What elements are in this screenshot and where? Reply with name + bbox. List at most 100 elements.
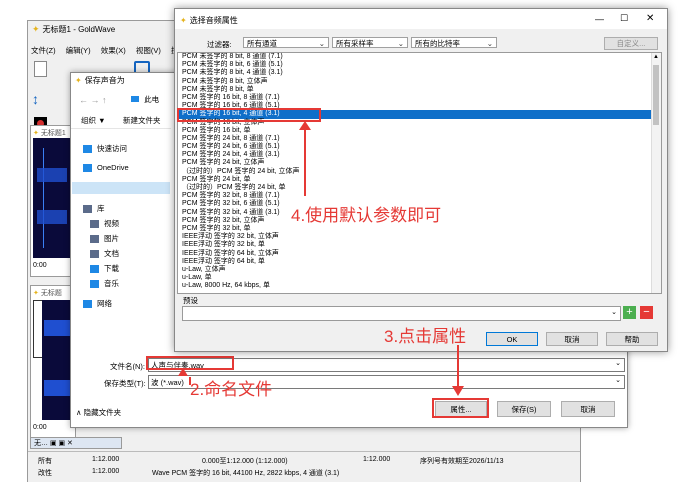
nav-item-label: 网络 [97, 299, 112, 308]
filter-bitrates-select[interactable]: 所有的比特率 ⌄ [411, 37, 497, 48]
format-item[interactable]: PCM 签字的 24 bit, 立体声 [178, 159, 661, 167]
computer-small-icon [131, 96, 139, 102]
download-icon [90, 264, 99, 273]
filename-dropdown-icon[interactable]: ⌄ [615, 359, 621, 367]
video-icon [90, 219, 99, 228]
goldwave-titlebar: ✦ 无标题1 - GoldWave [32, 24, 115, 35]
picture-icon [90, 234, 99, 243]
properties-dialog-icon: ✦ [180, 16, 187, 25]
nav-selected-highlight [72, 182, 170, 194]
format-item[interactable]: IEEE浮动 签字的 64 bit, 单 [178, 258, 661, 266]
save-dialog-titlebar: ✦ 保存声音为 [75, 75, 125, 86]
format-list[interactable]: PCM 未签字的 8 bit, 8 通道 (7.1) PCM 未签字的 8 bit… [177, 52, 662, 294]
status-bar: 所有 1:12.000 0.000至1:12.000 (1:12.000) 1:… [28, 451, 580, 482]
arrow-icon[interactable]: ↕ [32, 91, 42, 109]
menu-effects[interactable]: 效果(X) [101, 46, 126, 55]
format-item[interactable]: PCM 签字的 16 bit, 单 [178, 127, 661, 135]
format-item[interactable]: PCM 签字的 32 bit, 单 [178, 225, 661, 233]
hide-folders-label: 隐藏文件夹 [83, 408, 122, 417]
preset-label: 预设 [183, 296, 198, 305]
chevron-up-icon: ∧ [76, 408, 82, 417]
format-item[interactable]: u-Law, 立体声 [178, 266, 661, 274]
nav-item[interactable]: 下载 [90, 263, 119, 274]
close-icon[interactable]: ✕ [646, 13, 654, 24]
format-item[interactable]: PCM 未签字的 8 bit, 单 [178, 86, 661, 94]
format-items: PCM 未签字的 8 bit, 8 通道 (7.1) PCM 未签字的 8 bit… [178, 53, 661, 290]
status-selection: 0.000至1:12.000 (1:12.000) [202, 458, 288, 465]
sound-window-1-title: ✦ 无标题1 [33, 130, 66, 137]
cloud-icon [83, 163, 92, 172]
scroll-thumb[interactable] [653, 65, 659, 125]
nav-item[interactable]: 图片 [90, 233, 119, 244]
format-item[interactable]: IEEE浮动 签字的 64 bit, 立体声 [178, 250, 661, 258]
nav-item-label: 视频 [104, 219, 119, 228]
nav-back-icon[interactable]: ← → ↑ [79, 95, 107, 105]
format-item[interactable]: PCM 签字的 16 bit, 8 通道 (7.1) [178, 94, 661, 102]
help-button[interactable]: 帮助 [606, 332, 658, 346]
format-item[interactable]: （过时的）PCM 签字的 24 bit, 立体声 [178, 168, 661, 176]
menu-file[interactable]: 文件(Z) [31, 46, 56, 55]
nav-item[interactable]: 文档 [90, 248, 119, 259]
ok-button[interactable]: OK [486, 332, 538, 346]
time-label-2: 0:00 [33, 424, 47, 431]
filetype-label: 保存类型(T): [104, 379, 146, 388]
format-item[interactable]: PCM 未签字的 8 bit, 立体声 [178, 78, 661, 86]
nav-item-label: 库 [97, 204, 105, 213]
filter-rates-value: 所有采样率 [336, 39, 374, 48]
nav-item-label: OneDrive [97, 163, 129, 172]
menu-edit[interactable]: 编辑(Y) [66, 46, 91, 55]
hide-folders-toggle[interactable]: ∧ 隐藏文件夹 [76, 407, 121, 418]
toolbar-divider [71, 128, 171, 129]
status-format: Wave PCM 签字的 16 bit, 44100 Hz, 2822 kbps… [152, 470, 340, 477]
waveform-1[interactable] [33, 138, 71, 258]
remove-preset-icon[interactable]: − [640, 306, 653, 319]
properties-cancel-button[interactable]: 取消 [546, 332, 598, 346]
menu-view[interactable]: 视图(V) [136, 46, 161, 55]
filetype-value: 波 (*.wav) [151, 378, 184, 387]
filter-rates-select[interactable]: 所有采样率 ⌄ [332, 37, 408, 48]
status-length: 1:12.000 [92, 456, 120, 463]
waveform-2[interactable] [42, 300, 72, 420]
chevron-down-icon: ⌄ [318, 39, 325, 48]
maximize-icon[interactable]: ☐ [620, 13, 628, 24]
save-cancel-button[interactable]: 取消 [561, 401, 615, 417]
nav-item-label: 下载 [104, 264, 119, 273]
new-folder-button[interactable]: 新建文件夹 [123, 115, 161, 126]
properties-titlebar: ✦ 选择音频属性 — ☐ ✕ [175, 9, 667, 29]
organize-button[interactable]: 组织 ▼ [81, 115, 106, 126]
nav-item[interactable]: 音乐 [90, 278, 119, 289]
preset-select[interactable]: ⌄ [182, 306, 621, 321]
network-icon [83, 299, 92, 308]
new-file-icon[interactable] [34, 61, 47, 77]
chevron-down-icon: ⌄ [486, 39, 493, 48]
custom-button[interactable]: 自定义... [604, 37, 658, 50]
nav-item-label: 图片 [104, 234, 119, 243]
filename-label: 文件名(N): [110, 362, 145, 371]
annotation-step3: 3.点击属性 [384, 327, 467, 346]
add-preset-icon[interactable]: + [623, 306, 636, 319]
format-scrollbar[interactable]: ▲ [651, 53, 661, 293]
filter-channels-select[interactable]: 所有通道 ⌄ [243, 37, 329, 48]
filetype-dropdown-icon[interactable]: ⌄ [615, 376, 621, 384]
format-item[interactable]: IEEE浮动 签字的 32 bit, 单 [178, 241, 661, 249]
save-button[interactable]: 保存(S) [497, 401, 551, 417]
format-item[interactable]: PCM 签字的 24 bit, 8 通道 (7.1) [178, 135, 661, 143]
nav-item[interactable]: 库 [83, 203, 105, 214]
minimized-tab[interactable]: 无… ▣ ▣ ✕ [30, 437, 122, 449]
minimize-icon[interactable]: — [595, 14, 604, 24]
format-item[interactable]: PCM 签字的 24 bit, 单 [178, 176, 661, 184]
format-item[interactable]: （过时的）PCM 签字的 24 bit, 单 [178, 184, 661, 192]
scroll-up-icon[interactable]: ▲ [653, 54, 659, 60]
goldwave-title: 无标题1 - GoldWave [42, 25, 116, 34]
filter-channels-value: 所有通道 [247, 39, 277, 48]
nav-item[interactable]: 视频 [90, 218, 119, 229]
sound-window-2-title: ✦ 无标题 [33, 290, 62, 297]
nav-item[interactable]: 网络 [83, 298, 112, 309]
format-item[interactable]: u-Law, 8000 Hz, 64 kbps, 单 [178, 282, 661, 290]
nav-item[interactable]: OneDrive [83, 163, 129, 172]
annotation-step2: 2.命名文件 [190, 380, 273, 399]
format-item[interactable]: PCM 未签字的 8 bit, 8 通道 (7.1) [178, 53, 661, 61]
nav-item-label: 音乐 [104, 279, 119, 288]
nav-item[interactable]: 快速访问 [83, 143, 127, 154]
format-item[interactable]: PCM 未签字的 8 bit, 4 通道 (3.1) [178, 69, 661, 77]
